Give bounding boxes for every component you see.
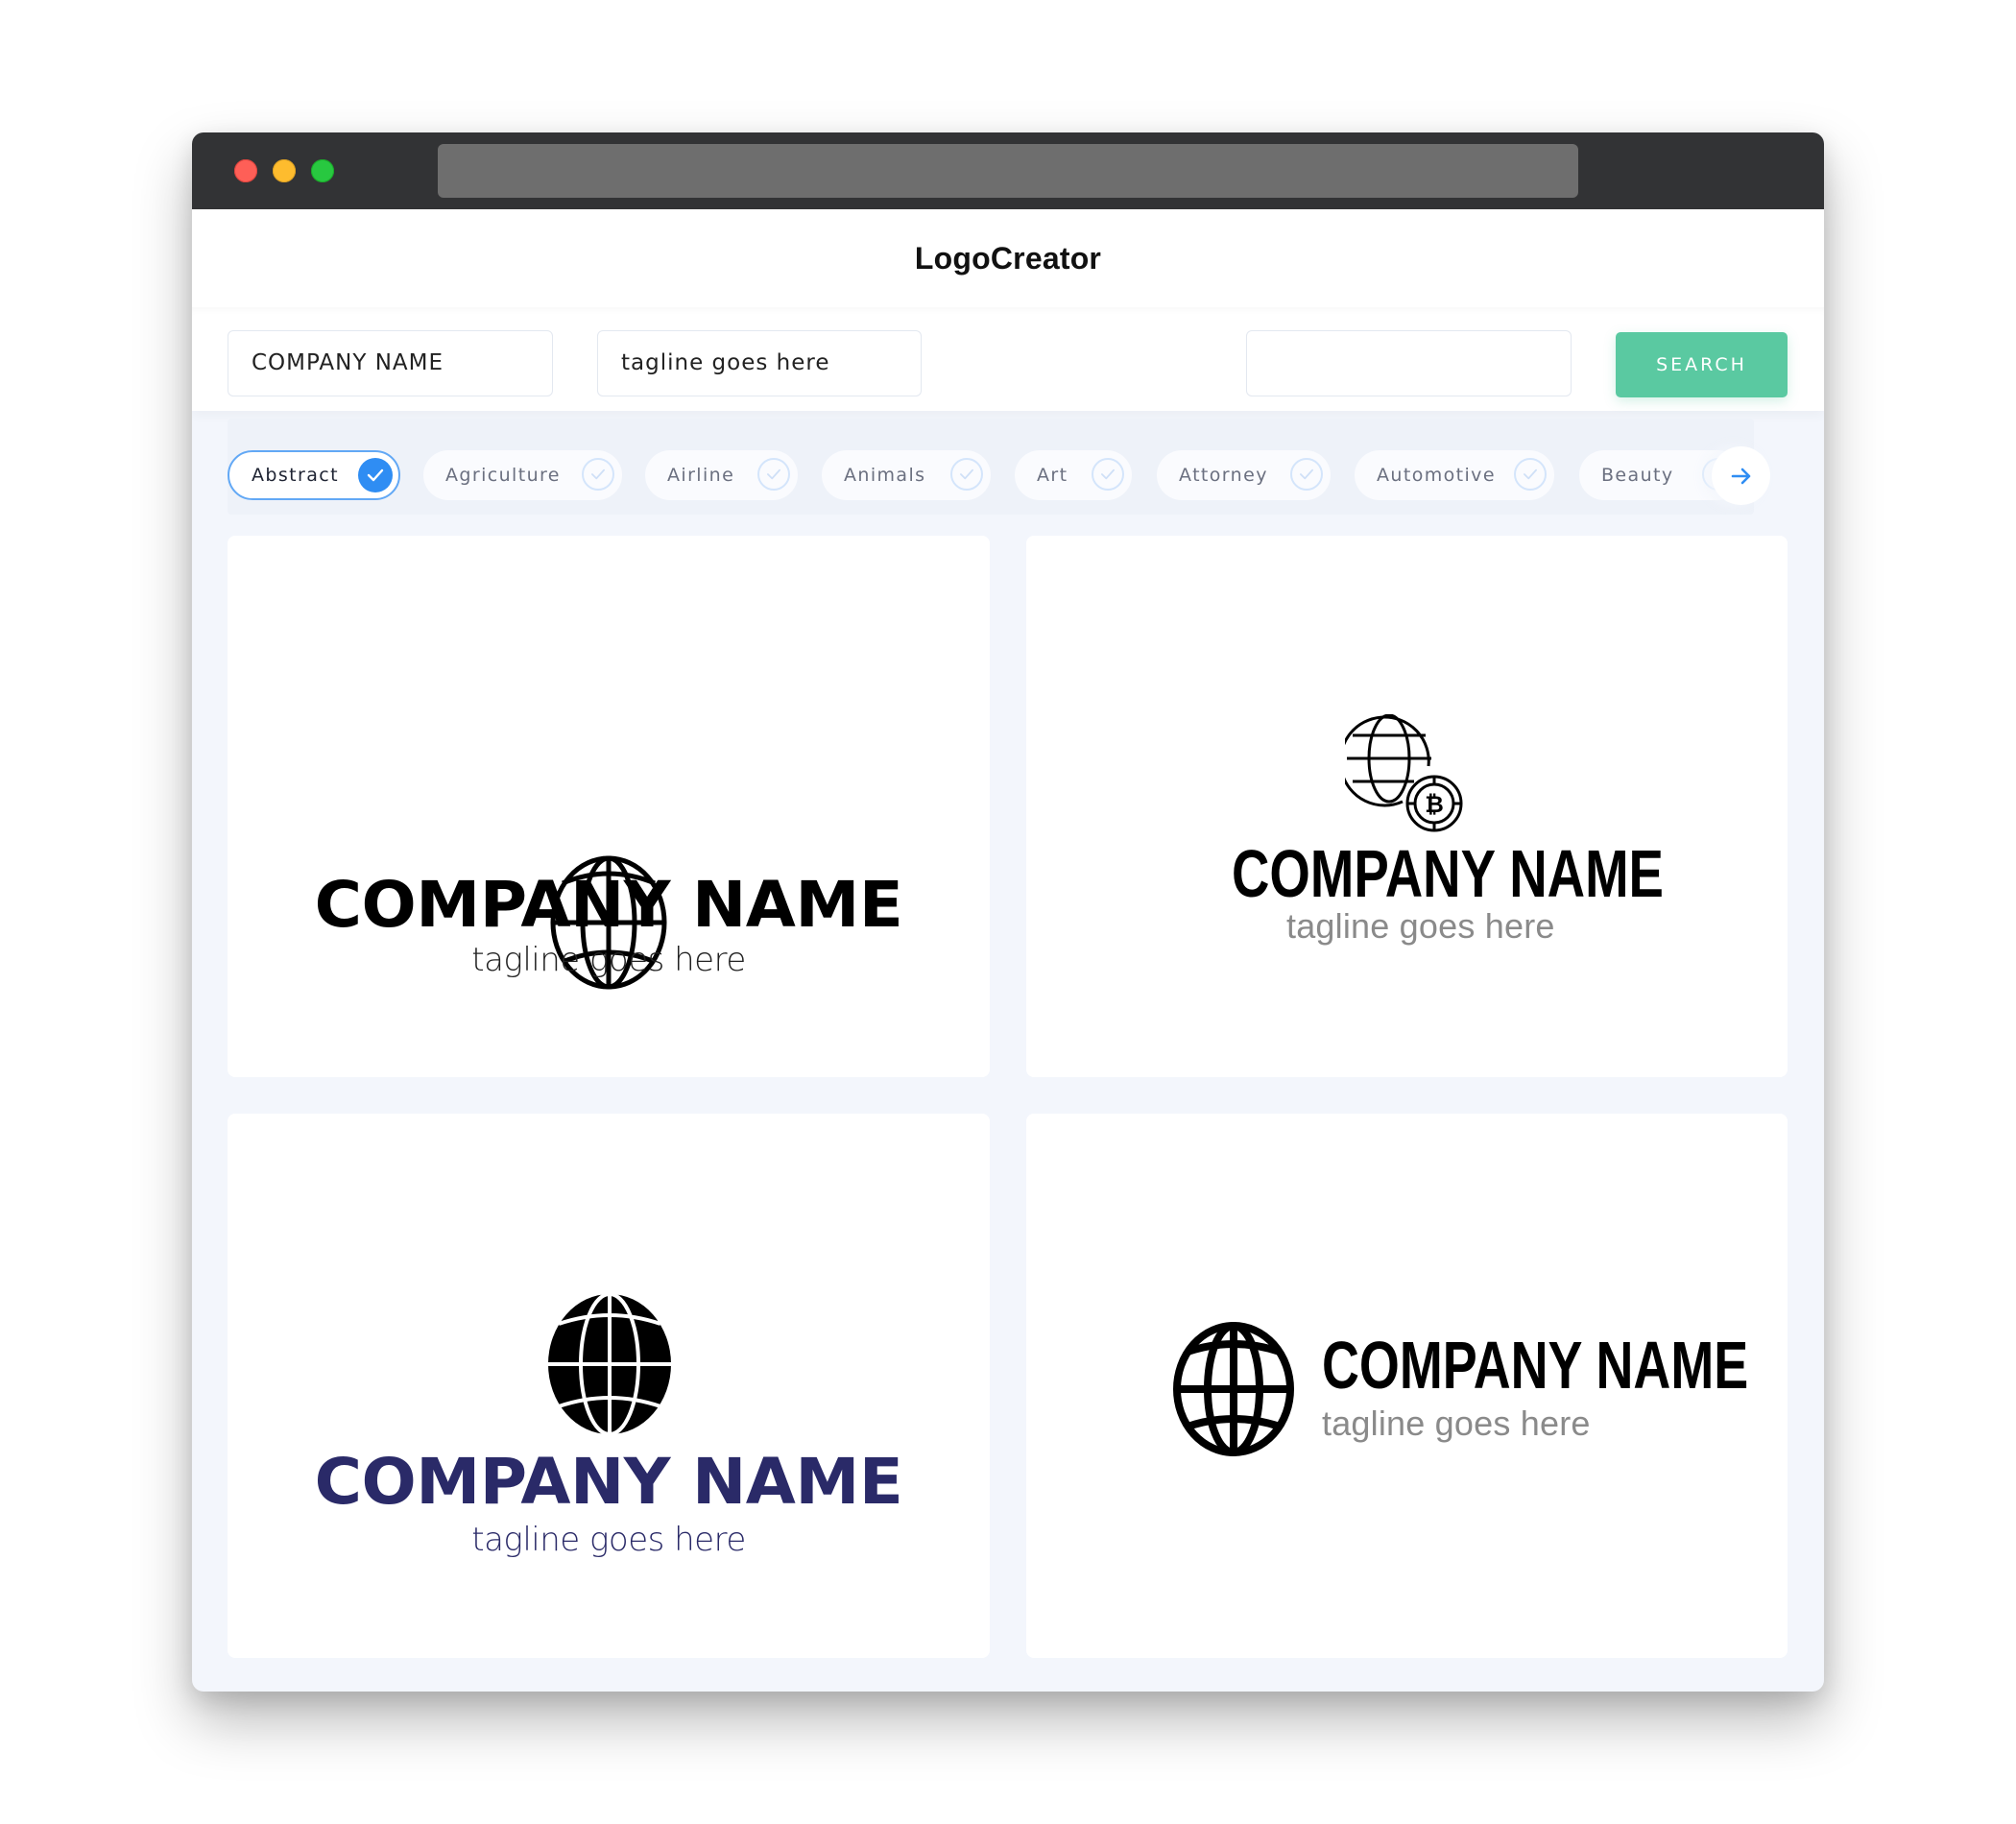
category-label: Agriculture — [445, 465, 561, 486]
check-icon — [582, 458, 614, 491]
search-form: COMPANY NAME tagline goes here SEARCH — [192, 307, 1824, 411]
check-icon — [1092, 458, 1124, 491]
category-chip-art[interactable]: Art — [1015, 450, 1132, 500]
browser-window: LogoCreator COMPANY NAME tagline goes he… — [192, 132, 1824, 1692]
category-chip-abstract[interactable]: Abstract — [228, 450, 400, 500]
logo-company-name: COMPANY NAME — [1322, 1328, 1749, 1403]
category-label: Airline — [667, 465, 735, 486]
check-icon — [1514, 458, 1547, 491]
app-logo-title[interactable]: LogoCreator — [915, 241, 1101, 276]
close-window-button[interactable] — [234, 159, 257, 182]
category-chip-automotive[interactable]: Automotive — [1355, 450, 1554, 500]
maximize-window-button[interactable] — [311, 159, 334, 182]
category-label: Art — [1037, 465, 1068, 486]
check-icon — [358, 458, 393, 492]
category-label: Attorney — [1179, 465, 1268, 486]
category-chip-attorney[interactable]: Attorney — [1157, 450, 1331, 500]
globe-filled-icon — [547, 1293, 672, 1435]
arrow-right-icon — [1731, 468, 1750, 484]
category-chip-agriculture[interactable]: Agriculture — [423, 450, 622, 500]
category-label: Automotive — [1377, 465, 1496, 486]
app-header: LogoCreator — [192, 209, 1824, 307]
globe-bitcoin-icon: ₿ — [1345, 714, 1463, 832]
logo-card[interactable]: COMPANY NAME tagline goes here — [1026, 1114, 1788, 1658]
tagline-input[interactable]: tagline goes here — [597, 330, 922, 396]
check-icon — [757, 458, 790, 491]
category-chip-animals[interactable]: Animals — [822, 450, 991, 500]
check-icon — [950, 458, 983, 491]
logo-company-name: COMPANY NAME — [314, 868, 903, 942]
logo-tagline: tagline goes here — [471, 941, 746, 979]
logo-card[interactable]: ₿ COMPANY NAME tagline goes here — [1026, 536, 1788, 1077]
keyword-input[interactable] — [1246, 330, 1572, 396]
browser-titlebar — [192, 132, 1824, 209]
category-label: Abstract — [252, 465, 339, 486]
search-button[interactable]: SEARCH — [1616, 332, 1788, 397]
category-label: Animals — [844, 465, 926, 486]
category-label: Beauty — [1601, 465, 1674, 486]
check-icon — [1290, 458, 1323, 491]
globe-thick-icon — [1173, 1322, 1294, 1456]
logo-card[interactable]: COMPANY NAME tagline goes here — [228, 1114, 990, 1658]
logo-tagline: tagline goes here — [1286, 906, 1555, 946]
next-categories-button[interactable] — [1712, 446, 1770, 505]
category-chip-airline[interactable]: Airline — [645, 450, 798, 500]
logo-company-name: COMPANY NAME — [1232, 836, 1664, 911]
logo-tagline: tagline goes here — [471, 1521, 746, 1559]
logo-tagline: tagline goes here — [1322, 1404, 1591, 1443]
svg-text:₿: ₿ — [1425, 791, 1444, 818]
address-bar[interactable] — [438, 144, 1578, 198]
minimize-window-button[interactable] — [273, 159, 296, 182]
logo-company-name: COMPANY NAME — [314, 1445, 903, 1519]
logo-card[interactable]: COMPANY NAME tagline goes here — [228, 536, 990, 1077]
company-name-input[interactable]: COMPANY NAME — [228, 330, 553, 396]
